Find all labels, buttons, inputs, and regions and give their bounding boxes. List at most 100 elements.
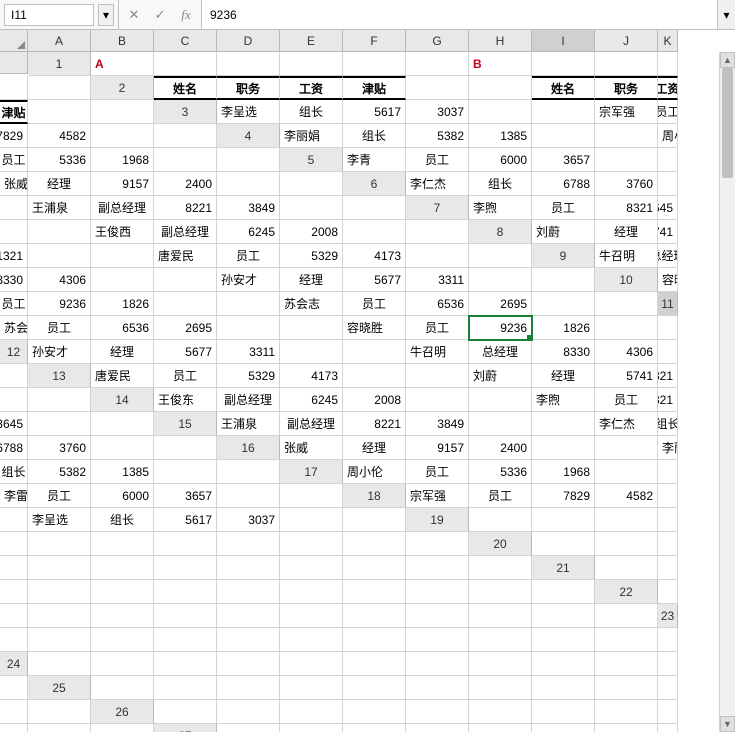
cell-E12[interactable] — [280, 340, 343, 364]
cell-H27[interactable] — [658, 724, 678, 732]
cell-F12[interactable] — [343, 340, 406, 364]
cell-B26[interactable] — [217, 700, 280, 724]
cell-extra-10[interactable] — [595, 292, 658, 316]
cell-K7[interactable] — [343, 220, 406, 244]
cell-D5[interactable]: 3657 — [532, 148, 595, 172]
cell-E6[interactable] — [658, 172, 678, 196]
cell-G23[interactable] — [343, 628, 406, 652]
cell-B17[interactable]: 员工 — [406, 460, 469, 484]
name-box-dropdown[interactable]: ▾ — [98, 4, 114, 26]
cell-C9[interactable]: 8330 — [0, 268, 28, 292]
cell-I3[interactable]: 7829 — [0, 124, 28, 148]
cell-C24[interactable] — [154, 652, 217, 676]
cell-D12[interactable]: 3311 — [217, 340, 280, 364]
cell-B20[interactable] — [595, 532, 658, 556]
cell-K4[interactable] — [154, 148, 217, 172]
cell-C25[interactable] — [217, 676, 280, 700]
cell-D16[interactable]: 2400 — [469, 436, 532, 460]
cell-G19[interactable] — [91, 532, 154, 556]
cell-F22[interactable] — [217, 604, 280, 628]
cell-H1[interactable] — [532, 52, 595, 76]
row-header-15[interactable]: 15 — [154, 412, 217, 436]
cell-I16[interactable]: 5382 — [28, 460, 91, 484]
cell-F6[interactable] — [0, 196, 28, 220]
cell-G7[interactable]: 王俊西 — [91, 220, 154, 244]
cell-A13[interactable]: 唐爱民 — [91, 364, 154, 388]
cell-E22[interactable] — [154, 604, 217, 628]
cell-D17[interactable]: 1968 — [532, 460, 595, 484]
row-header-19[interactable]: 19 — [406, 508, 469, 532]
cell-K22[interactable] — [532, 604, 595, 628]
cell-B1[interactable] — [154, 52, 217, 76]
row-header-20[interactable]: 20 — [469, 532, 532, 556]
cell-F13[interactable] — [406, 364, 469, 388]
row-header-7[interactable]: 7 — [406, 196, 469, 220]
row-header-26[interactable]: 26 — [91, 700, 154, 724]
cell-extra-3[interactable] — [154, 124, 217, 148]
row-header-3[interactable]: 3 — [154, 100, 217, 124]
cell-extra-12[interactable] — [0, 364, 28, 388]
cell-E10[interactable] — [154, 292, 217, 316]
column-header-A[interactable]: A — [28, 30, 91, 52]
cell-H26[interactable] — [595, 700, 658, 724]
cell-H16[interactable]: 组长 — [0, 460, 28, 484]
cell-C23[interactable] — [91, 628, 154, 652]
cell-G14[interactable]: 李煦 — [532, 388, 595, 412]
cell-extra-8[interactable] — [469, 244, 532, 268]
cell-H22[interactable] — [343, 604, 406, 628]
cell-H11[interactable]: 员工 — [406, 316, 469, 340]
cell-B25[interactable] — [154, 676, 217, 700]
cell-H7[interactable]: 副总经理 — [154, 220, 217, 244]
cell-E24[interactable] — [280, 652, 343, 676]
cell-F10[interactable] — [217, 292, 280, 316]
cell-I4[interactable]: 5336 — [28, 148, 91, 172]
row-header-21[interactable]: 21 — [532, 556, 595, 580]
column-header-G[interactable]: G — [406, 30, 469, 52]
row-header-6[interactable]: 6 — [343, 172, 406, 196]
cell-D23[interactable] — [154, 628, 217, 652]
confirm-button[interactable]: ✓ — [151, 6, 169, 24]
cell-G20[interactable] — [154, 556, 217, 580]
cell-extra-24[interactable] — [0, 676, 28, 700]
cell-extra-23[interactable] — [658, 628, 678, 652]
cell-I12[interactable]: 8330 — [532, 340, 595, 364]
cell-C5[interactable]: 6000 — [469, 148, 532, 172]
cell-I9[interactable]: 5677 — [343, 268, 406, 292]
row-header-11[interactable]: 11 — [658, 292, 678, 316]
cell-A6[interactable]: 李仁杰 — [406, 172, 469, 196]
select-all-corner[interactable] — [0, 30, 28, 52]
cell-B13[interactable]: 员工 — [154, 364, 217, 388]
cell-B24[interactable] — [91, 652, 154, 676]
cell-extra-9[interactable] — [532, 268, 595, 292]
cell-J4[interactable]: 1968 — [91, 148, 154, 172]
cell-C17[interactable]: 5336 — [469, 460, 532, 484]
fx-button[interactable]: fx — [177, 6, 195, 24]
cell-J18[interactable]: 3037 — [217, 508, 280, 532]
cell-D24[interactable] — [217, 652, 280, 676]
cell-A25[interactable] — [91, 676, 154, 700]
cell-G25[interactable] — [469, 676, 532, 700]
cell-B18[interactable]: 员工 — [469, 484, 532, 508]
cell-A5[interactable]: 李青 — [343, 148, 406, 172]
cell-extra-14[interactable] — [91, 412, 154, 436]
cell-B9[interactable]: 总经理 — [658, 244, 678, 268]
cell-G12[interactable]: 牛召明 — [406, 340, 469, 364]
cell-G15[interactable]: 李仁杰 — [595, 412, 658, 436]
cell-K2[interactable] — [28, 100, 91, 124]
cell-K13[interactable] — [0, 388, 28, 412]
cell-A24[interactable] — [28, 652, 91, 676]
cell-D2[interactable]: 津贴 — [343, 76, 406, 100]
cell-E19[interactable] — [0, 532, 28, 556]
cell-C12[interactable]: 5677 — [154, 340, 217, 364]
cell-extra-7[interactable] — [406, 220, 469, 244]
cell-J19[interactable] — [280, 532, 343, 556]
cell-E11[interactable] — [217, 316, 280, 340]
cell-H8[interactable]: 员工 — [217, 244, 280, 268]
cell-G22[interactable] — [280, 604, 343, 628]
cell-G4[interactable]: 周小伦 — [658, 124, 678, 148]
cell-I23[interactable] — [469, 628, 532, 652]
cell-B12[interactable]: 经理 — [91, 340, 154, 364]
cell-E4[interactable] — [532, 124, 595, 148]
cell-J12[interactable]: 4306 — [595, 340, 658, 364]
cell-G1[interactable]: B — [469, 52, 532, 76]
